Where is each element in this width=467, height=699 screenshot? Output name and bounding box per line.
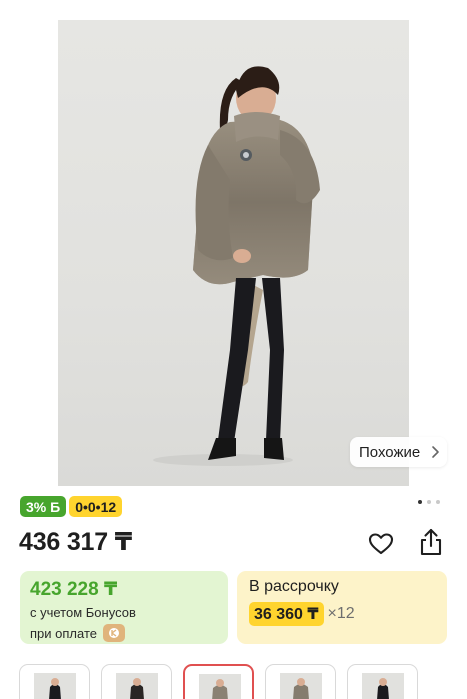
thumbnail[interactable]: [265, 664, 336, 699]
share-icon[interactable]: [417, 527, 445, 557]
product-price: 436 317 ₸: [19, 528, 132, 556]
installment-badge: 0•0•12: [69, 496, 123, 517]
heart-icon[interactable]: [367, 530, 395, 558]
installment-multiplier: ×12: [327, 605, 355, 622]
bonus-price: 423 228 ₸: [30, 579, 118, 600]
product-gallery: Похожие: [0, 0, 467, 488]
kaspi-logo-icon: [102, 624, 125, 642]
thumbnail[interactable]: [101, 664, 172, 699]
bonus-caption: с учетом Бонусов: [30, 605, 136, 620]
installment-title: В рассрочку: [249, 578, 339, 595]
similar-button[interactable]: Похожие: [350, 437, 447, 467]
chevron-right-icon: [432, 446, 440, 458]
product-photo[interactable]: [58, 20, 409, 486]
bonus-payment-row: при оплате: [30, 624, 218, 642]
pagination-dot: [427, 500, 431, 504]
gallery-pagination: [418, 500, 440, 504]
thumbnail-selected[interactable]: [183, 664, 254, 699]
model-in-fur-coat-image: [153, 66, 320, 466]
installment-amount: 36 360 ₸: [249, 602, 324, 626]
thumbnail-strip: [19, 664, 418, 699]
thumbnail[interactable]: [19, 664, 90, 699]
installment-row: 36 360 ₸ ×12: [249, 602, 435, 626]
promo-badges: 3% Б 0•0•12: [20, 496, 123, 517]
similar-label: Похожие: [359, 443, 421, 461]
pagination-dot: [436, 500, 440, 504]
bonus-payment-caption: при оплате: [30, 625, 97, 641]
pagination-dot: [418, 500, 422, 504]
installment-card[interactable]: В рассрочку 36 360 ₸ ×12: [237, 571, 447, 644]
thumbnail[interactable]: [347, 664, 418, 699]
bonus-badge: 3% Б: [20, 496, 67, 517]
bonus-price-card[interactable]: 423 228 ₸ с учетом Бонусов при оплате: [20, 571, 228, 644]
